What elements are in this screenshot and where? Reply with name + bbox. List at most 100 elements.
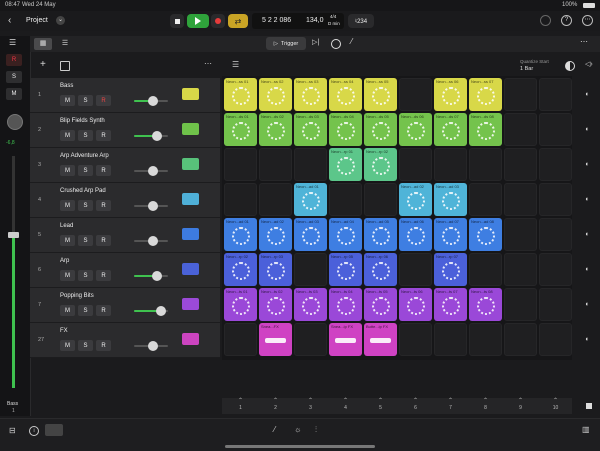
track-mute-button[interactable]: M [60, 200, 75, 211]
empty-slot[interactable] [504, 218, 537, 251]
info-icon[interactable]: i [29, 426, 39, 436]
clip-cell[interactable]: Neon...ad 04 [329, 218, 362, 251]
clip-cell[interactable]: Neon...ss 03 [294, 78, 327, 111]
scene-trigger-button[interactable]: ⌃ 2 [259, 398, 292, 414]
track-mute-button[interactable]: M [60, 270, 75, 281]
clip-cell[interactable]: Neon...ss 07 [469, 78, 502, 111]
mixer-sliders-icon[interactable]: ⫶ [315, 425, 317, 435]
clip-cell[interactable]: Neon...ds 04 [329, 113, 362, 146]
library-icon[interactable]: ⊟ [9, 426, 16, 435]
track-volume-slider[interactable] [134, 131, 168, 141]
track-solo-button[interactable]: S [78, 200, 93, 211]
empty-slot[interactable] [539, 148, 572, 181]
track-mute-button[interactable]: M [60, 130, 75, 141]
track-monitor-icon[interactable]: ◐ [581, 228, 594, 241]
track-record-button[interactable]: R [96, 95, 111, 106]
empty-slot[interactable] [434, 148, 467, 181]
clip-cell[interactable]: Neon...rp 06 [364, 253, 397, 286]
track-mute-button[interactable]: M [60, 95, 75, 106]
empty-slot[interactable] [539, 218, 572, 251]
clip-cell[interactable]: Neon...ad 02 [259, 218, 292, 251]
empty-slot[interactable] [504, 288, 537, 321]
empty-slot[interactable] [399, 323, 432, 356]
clip-cell[interactable]: Neon...ds 06 [399, 113, 432, 146]
clip-cell[interactable]: Neon...ts 08 [469, 288, 502, 321]
track-solo-button[interactable]: S [78, 235, 93, 246]
clip-cell[interactable]: Neon...ds 05 [364, 113, 397, 146]
edit-pencil-icon[interactable]: ⁄ [274, 425, 275, 434]
clip-cell[interactable]: Neon...rp 07 [434, 253, 467, 286]
track-row[interactable]: 6 Arp M S R [30, 253, 220, 288]
instrument-icon[interactable] [182, 263, 199, 275]
retrigger-icon[interactable]: ▷| [312, 38, 319, 46]
circle-mode-icon[interactable] [331, 39, 341, 49]
empty-slot[interactable] [469, 183, 502, 216]
scene-trigger-button[interactable]: ⌃ 9 [504, 398, 537, 414]
grid-options-icon[interactable]: ☰ [232, 60, 239, 69]
track-solo-button[interactable]: S [78, 95, 93, 106]
clip-cell[interactable]: Butte...ip FX [364, 323, 397, 356]
scene-trigger-button[interactable]: ⌃ 6 [399, 398, 432, 414]
empty-slot[interactable] [539, 78, 572, 111]
clip-cell[interactable]: Snea...FX [259, 323, 292, 356]
track-monitor-icon[interactable]: ◐ [581, 333, 594, 346]
empty-slot[interactable] [504, 323, 537, 356]
empty-slot[interactable] [539, 288, 572, 321]
clip-cell[interactable]: Neon...ss 01 [224, 78, 257, 111]
clip-cell[interactable]: Neon...ts 06 [399, 288, 432, 321]
clip-cell[interactable]: Neon...rp 02 [224, 253, 257, 286]
empty-slot[interactable] [504, 148, 537, 181]
record-arm-button[interactable]: R [6, 54, 22, 66]
empty-slot[interactable] [504, 183, 537, 216]
clip-cell[interactable]: Neon...ds 02 [259, 113, 292, 146]
solo-button[interactable]: S [6, 71, 22, 83]
clip-cell[interactable]: Neon...ad 06 [399, 218, 432, 251]
track-record-button[interactable]: R [96, 235, 111, 246]
scene-trigger-button[interactable]: ⌃ 7 [434, 398, 467, 414]
track-record-button[interactable]: R [96, 270, 111, 281]
instrument-icon[interactable] [182, 228, 199, 240]
scene-trigger-button[interactable]: ⌃ 10 [539, 398, 572, 414]
track-monitor-icon[interactable]: ◐ [581, 158, 594, 171]
empty-slot[interactable] [434, 323, 467, 356]
track-volume-knob[interactable] [148, 236, 158, 246]
track-monitor-icon[interactable]: ◐ [581, 193, 594, 206]
pan-knob[interactable] [7, 114, 23, 130]
browser-icon[interactable] [45, 424, 63, 436]
track-monitor-icon[interactable]: ◐ [581, 88, 594, 101]
track-monitor-icon[interactable]: ◐ [581, 298, 594, 311]
empty-slot[interactable] [259, 148, 292, 181]
project-title[interactable]: Project [26, 17, 48, 24]
track-row[interactable]: 3 Arp Adventure Arp M S R [30, 148, 220, 183]
empty-slot[interactable] [539, 253, 572, 286]
clip-cell[interactable]: Neon...ts 07 [434, 288, 467, 321]
empty-slot[interactable] [224, 183, 257, 216]
stop-all-icon[interactable] [586, 403, 592, 409]
track-row[interactable]: 4 Crushed Arp Pad M S R [30, 183, 220, 218]
track-mute-button[interactable]: M [60, 165, 75, 176]
clip-cell[interactable]: Neon...ad 08 [469, 218, 502, 251]
track-solo-button[interactable]: S [78, 130, 93, 141]
play-button[interactable] [187, 14, 209, 28]
clip-cell[interactable]: Neon...ts 01 [224, 288, 257, 321]
clip-cell[interactable]: Neon...ad 05 [364, 218, 397, 251]
empty-slot[interactable] [539, 113, 572, 146]
help-icon[interactable]: ? [561, 15, 572, 26]
clip-cell[interactable]: Neon...ts 02 [259, 288, 292, 321]
empty-slot[interactable] [504, 78, 537, 111]
grid-view-icon[interactable]: ▦ [34, 38, 52, 50]
track-row[interactable]: 7 Popping Bits M S R [30, 288, 220, 323]
track-volume-knob[interactable] [148, 341, 158, 351]
empty-slot[interactable] [399, 78, 432, 111]
track-row[interactable]: 1 Bass M S R [30, 78, 220, 113]
back-chevron-icon[interactable]: ‹ [8, 15, 11, 26]
scene-trigger-button[interactable]: ⌃ 8 [469, 398, 502, 414]
track-volume-knob[interactable] [148, 96, 158, 106]
scene-trigger-button[interactable]: ⌃ 1 [224, 398, 257, 414]
speaker-icon[interactable]: ◁› [585, 60, 593, 68]
empty-slot[interactable] [469, 148, 502, 181]
instrument-icon[interactable] [182, 88, 199, 100]
quantize-value[interactable]: 1 Bar [520, 66, 533, 72]
track-mute-button[interactable]: M [60, 305, 75, 316]
track-row[interactable]: 2 Blip Fields Synth M S R [30, 113, 220, 148]
